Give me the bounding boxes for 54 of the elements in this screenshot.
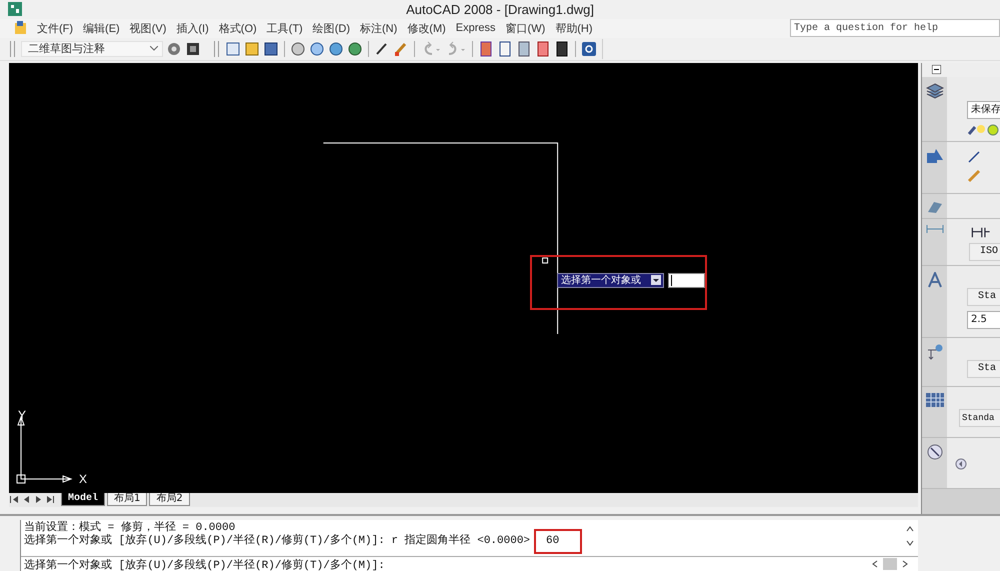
multileader-style-dropdown[interactable]: Sta (967, 360, 1000, 378)
help-search-field[interactable]: Type a question for help (790, 19, 1000, 38)
axis-label: X (79, 472, 88, 486)
document-icon[interactable] (14, 21, 28, 36)
layout-tab[interactable]: 布局2 (149, 493, 190, 506)
menu-item[interactable]: 帮助(H) (550, 20, 598, 36)
gear-icon[interactable] (166, 40, 182, 57)
layout-tab[interactable]: Model (61, 493, 106, 506)
back-icon[interactable] (955, 458, 967, 470)
typed-value: 60 (534, 529, 582, 554)
pickbox (542, 257, 548, 264)
command-prompt[interactable]: 选择第一个对象或 [放弃(U)/多段线(P)/半径(R)/修剪(T)/多个(M)]: (24, 556, 385, 571)
caret-icon[interactable] (150, 46, 158, 52)
text-icon[interactable] (928, 272, 942, 288)
paintbrush-icon[interactable] (393, 40, 409, 57)
app-icon (8, 2, 22, 16)
chip-icon[interactable] (185, 40, 201, 57)
dimension-style-dropdown[interactable]: ISO (969, 242, 1000, 261)
table-style-dropdown[interactable]: Standa (959, 408, 1000, 427)
layer-state-icon[interactable] (967, 124, 1000, 136)
text-height-field[interactable]: 2.5 (967, 310, 1000, 329)
leader-icon[interactable] (926, 344, 944, 360)
menu-item[interactable]: 修改(M) (402, 20, 451, 36)
menu-item[interactable]: 标注(N) (355, 20, 402, 36)
command-line: 选择第一个对象或 [放弃(U)/多段线(P)/半径(R)/修剪(T)/多个(M)]: r 指定圆角半径 <0.0000> (24, 535, 530, 548)
scroll-arrows-icon[interactable] (906, 525, 914, 547)
scroll-left-icon[interactable] (872, 560, 878, 568)
menu-item[interactable]: 编辑(E) (78, 20, 125, 36)
line-icon[interactable] (967, 150, 981, 164)
table-icon[interactable] (926, 392, 944, 407)
window-title: AutoCAD 2008 - [Drawing1.dwg] (405, 2, 595, 17)
dynamic-input-field[interactable] (668, 272, 705, 288)
menu-item[interactable]: 绘图(D) (308, 20, 355, 36)
scroll-right-icon[interactable] (902, 560, 908, 568)
horizontal-scrollbar[interactable] (872, 558, 908, 570)
command-line: 当前设置：模式 = 修剪，半径 = 0.0000 (24, 522, 236, 534)
drawing-canvas[interactable]: Y X 选择第一个对象或 (9, 62, 918, 493)
menu-item[interactable]: 格式(O) (214, 20, 262, 36)
menu-item[interactable]: 窗口(W) (500, 20, 550, 36)
menu-item[interactable]: 视图(V) (124, 20, 172, 36)
menu-item[interactable]: 插入(I) (171, 20, 214, 36)
prompt-text: 选择第一个对象或 (561, 274, 641, 288)
menu-item[interactable]: 工具(T) (262, 20, 308, 36)
minimize-icon[interactable] (932, 65, 941, 74)
layout-tab[interactable]: 布局1 (107, 493, 148, 506)
options-icon[interactable] (651, 275, 661, 286)
help-icon[interactable] (581, 40, 597, 57)
axis-label: Y (18, 408, 26, 422)
menu-item[interactable]: Express (450, 22, 501, 34)
workspace-dropdown[interactable]: 二维草图与注释 (21, 40, 163, 57)
layers-icon[interactable] (926, 82, 944, 99)
menu-item[interactable]: 文件(F) (32, 20, 78, 36)
text-style-dropdown[interactable]: Sta (967, 288, 1000, 306)
shapes-icon[interactable] (926, 148, 944, 164)
